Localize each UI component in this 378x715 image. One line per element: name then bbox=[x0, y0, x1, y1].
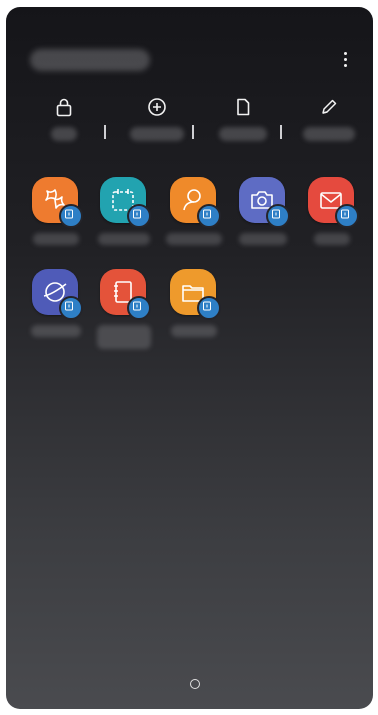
add-apps-label bbox=[130, 127, 184, 141]
divider bbox=[104, 125, 106, 139]
secure-badge-icon bbox=[59, 296, 83, 320]
app-contacts[interactable] bbox=[164, 177, 224, 257]
internet-icon bbox=[32, 269, 83, 320]
app-name bbox=[33, 233, 79, 245]
lock-button[interactable] bbox=[29, 97, 99, 157]
home-icon[interactable] bbox=[190, 679, 200, 689]
calendar-icon bbox=[100, 177, 151, 228]
app-name bbox=[97, 325, 151, 349]
secure-badge-icon bbox=[266, 204, 290, 228]
app-camera[interactable] bbox=[233, 177, 293, 257]
app-internet[interactable] bbox=[26, 269, 86, 349]
secure-badge-icon bbox=[335, 204, 359, 228]
app-gallery[interactable] bbox=[26, 177, 86, 257]
camera-icon bbox=[239, 177, 290, 228]
add-circle-icon bbox=[148, 98, 166, 116]
lock-icon bbox=[56, 98, 72, 117]
contacts-icon bbox=[170, 177, 221, 228]
app-email[interactable] bbox=[302, 177, 362, 257]
app-name bbox=[31, 325, 81, 337]
secure-badge-icon bbox=[197, 296, 221, 320]
more-options-icon[interactable] bbox=[338, 50, 352, 72]
app-name bbox=[98, 233, 150, 245]
add-files-label bbox=[219, 127, 267, 141]
secure-badge-icon bbox=[59, 204, 83, 228]
action-bar bbox=[6, 97, 373, 157]
add-files-button[interactable] bbox=[208, 97, 278, 157]
app-name bbox=[171, 325, 217, 337]
my-files-icon bbox=[170, 269, 221, 320]
add-apps-button[interactable] bbox=[122, 97, 192, 157]
app-my-files[interactable] bbox=[164, 269, 224, 349]
edit-button[interactable] bbox=[294, 97, 364, 157]
email-icon bbox=[308, 177, 359, 228]
notes-icon bbox=[100, 269, 151, 320]
app-name bbox=[314, 233, 350, 245]
divider bbox=[192, 125, 194, 139]
folder-title bbox=[30, 49, 150, 71]
divider bbox=[280, 125, 282, 139]
secure-badge-icon bbox=[127, 296, 151, 320]
app-calendar[interactable] bbox=[94, 177, 154, 257]
file-icon bbox=[237, 98, 250, 116]
gallery-icon bbox=[32, 177, 83, 228]
app-name bbox=[239, 233, 287, 245]
edit-label bbox=[303, 127, 355, 141]
app-notes[interactable] bbox=[94, 269, 154, 349]
app-name bbox=[166, 233, 222, 245]
lock-label bbox=[51, 127, 77, 141]
secure-badge-icon bbox=[197, 204, 221, 228]
secure-folder-screen bbox=[6, 7, 373, 709]
pencil-icon bbox=[322, 99, 337, 114]
secure-badge-icon bbox=[127, 204, 151, 228]
